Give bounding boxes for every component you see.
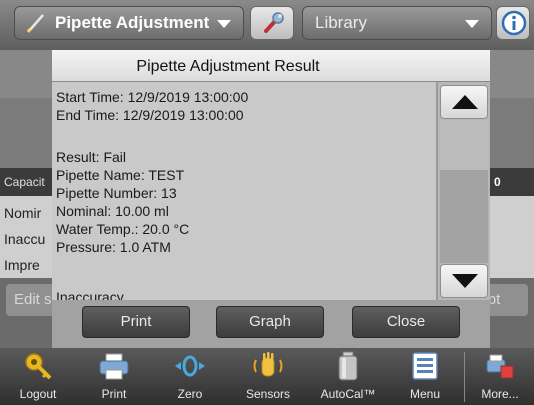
scroll-thumb[interactable] — [440, 170, 488, 263]
calibration-weight-icon — [332, 350, 364, 382]
logout-button[interactable]: Logout — [0, 348, 76, 405]
toolbar-label: Print — [101, 387, 127, 401]
toolbar-label: Zero — [177, 387, 203, 401]
menu-list-icon — [409, 350, 441, 382]
toolbar-label: More... — [481, 387, 519, 401]
menu-button[interactable]: Menu — [388, 348, 462, 405]
arrow-down-icon — [452, 274, 478, 288]
chevron-down-icon — [217, 20, 231, 28]
printer-icon — [98, 350, 130, 382]
autocal-button[interactable]: AutoCal™ — [308, 348, 388, 405]
library-select-label: Library — [315, 13, 367, 32]
chevron-down-icon — [465, 20, 479, 28]
info-button[interactable] — [496, 6, 530, 40]
pipette-name-line: Pipette Name: TEST — [56, 167, 185, 183]
toolbar-label: AutoCal™ — [320, 387, 376, 401]
toolbar-divider — [464, 352, 465, 402]
toolbar-label: Menu — [409, 387, 441, 401]
right-column-fragment: 0 — [494, 175, 501, 189]
pressure-line: Pressure: 1.0 ATM — [56, 239, 171, 255]
dialog-title: Pipette Adjustment Result — [136, 58, 320, 75]
library-select[interactable]: Library — [302, 6, 492, 40]
close-button[interactable]: Close — [352, 306, 460, 338]
start-time-line: Start Time: 12/9/2019 13:00:00 — [56, 89, 249, 105]
pencil-icon — [25, 12, 47, 34]
application-select[interactable]: Pipette Adjustment — [14, 6, 244, 40]
end-time-line: End Time: 12/9/2019 13:00:00 — [56, 107, 244, 123]
wrench-icon — [261, 11, 285, 35]
application-select-label: Pipette Adjustment — [55, 13, 210, 32]
scroll-up-button[interactable] — [440, 85, 488, 119]
pipette-number-line: Pipette Number: 13 — [56, 185, 177, 201]
zero-button[interactable]: Zero — [152, 348, 228, 405]
inaccuracy-line: Inaccuracy — [56, 289, 124, 300]
result-line: Result: Fail — [56, 149, 127, 165]
more-button[interactable]: More... — [466, 348, 534, 405]
water-temp-line: Water Temp.: 20.0 °C — [56, 221, 190, 237]
settings-wrench-button[interactable] — [250, 6, 294, 40]
toolbar-label: Logout — [19, 387, 57, 401]
sensor-hand-icon — [252, 350, 284, 382]
info-icon — [501, 10, 527, 36]
result-text-area[interactable]: Start Time: 12/9/2019 13:00:00 End Time:… — [52, 82, 437, 300]
zero-icon — [174, 350, 206, 382]
sensors-button[interactable]: Sensors — [228, 348, 308, 405]
graph-button[interactable]: Graph — [216, 306, 324, 338]
arrow-up-icon — [452, 95, 478, 109]
scroll-down-button[interactable] — [440, 264, 488, 298]
toolbar-label: Sensors — [245, 387, 291, 401]
nominal-line: Nominal: 10.00 ml — [56, 203, 169, 219]
print-toolbar-button[interactable]: Print — [76, 348, 152, 405]
key-icon — [22, 350, 54, 382]
dialog-title-bar: Pipette Adjustment Result — [52, 50, 490, 82]
table-row-label: Inaccu — [4, 231, 46, 247]
print-button[interactable]: Print — [82, 306, 190, 338]
more-icon — [484, 350, 516, 382]
table-row-label: Impre — [4, 257, 40, 273]
table-row-label: Nomir — [4, 205, 42, 221]
capacity-label: Capacit — [4, 175, 45, 189]
